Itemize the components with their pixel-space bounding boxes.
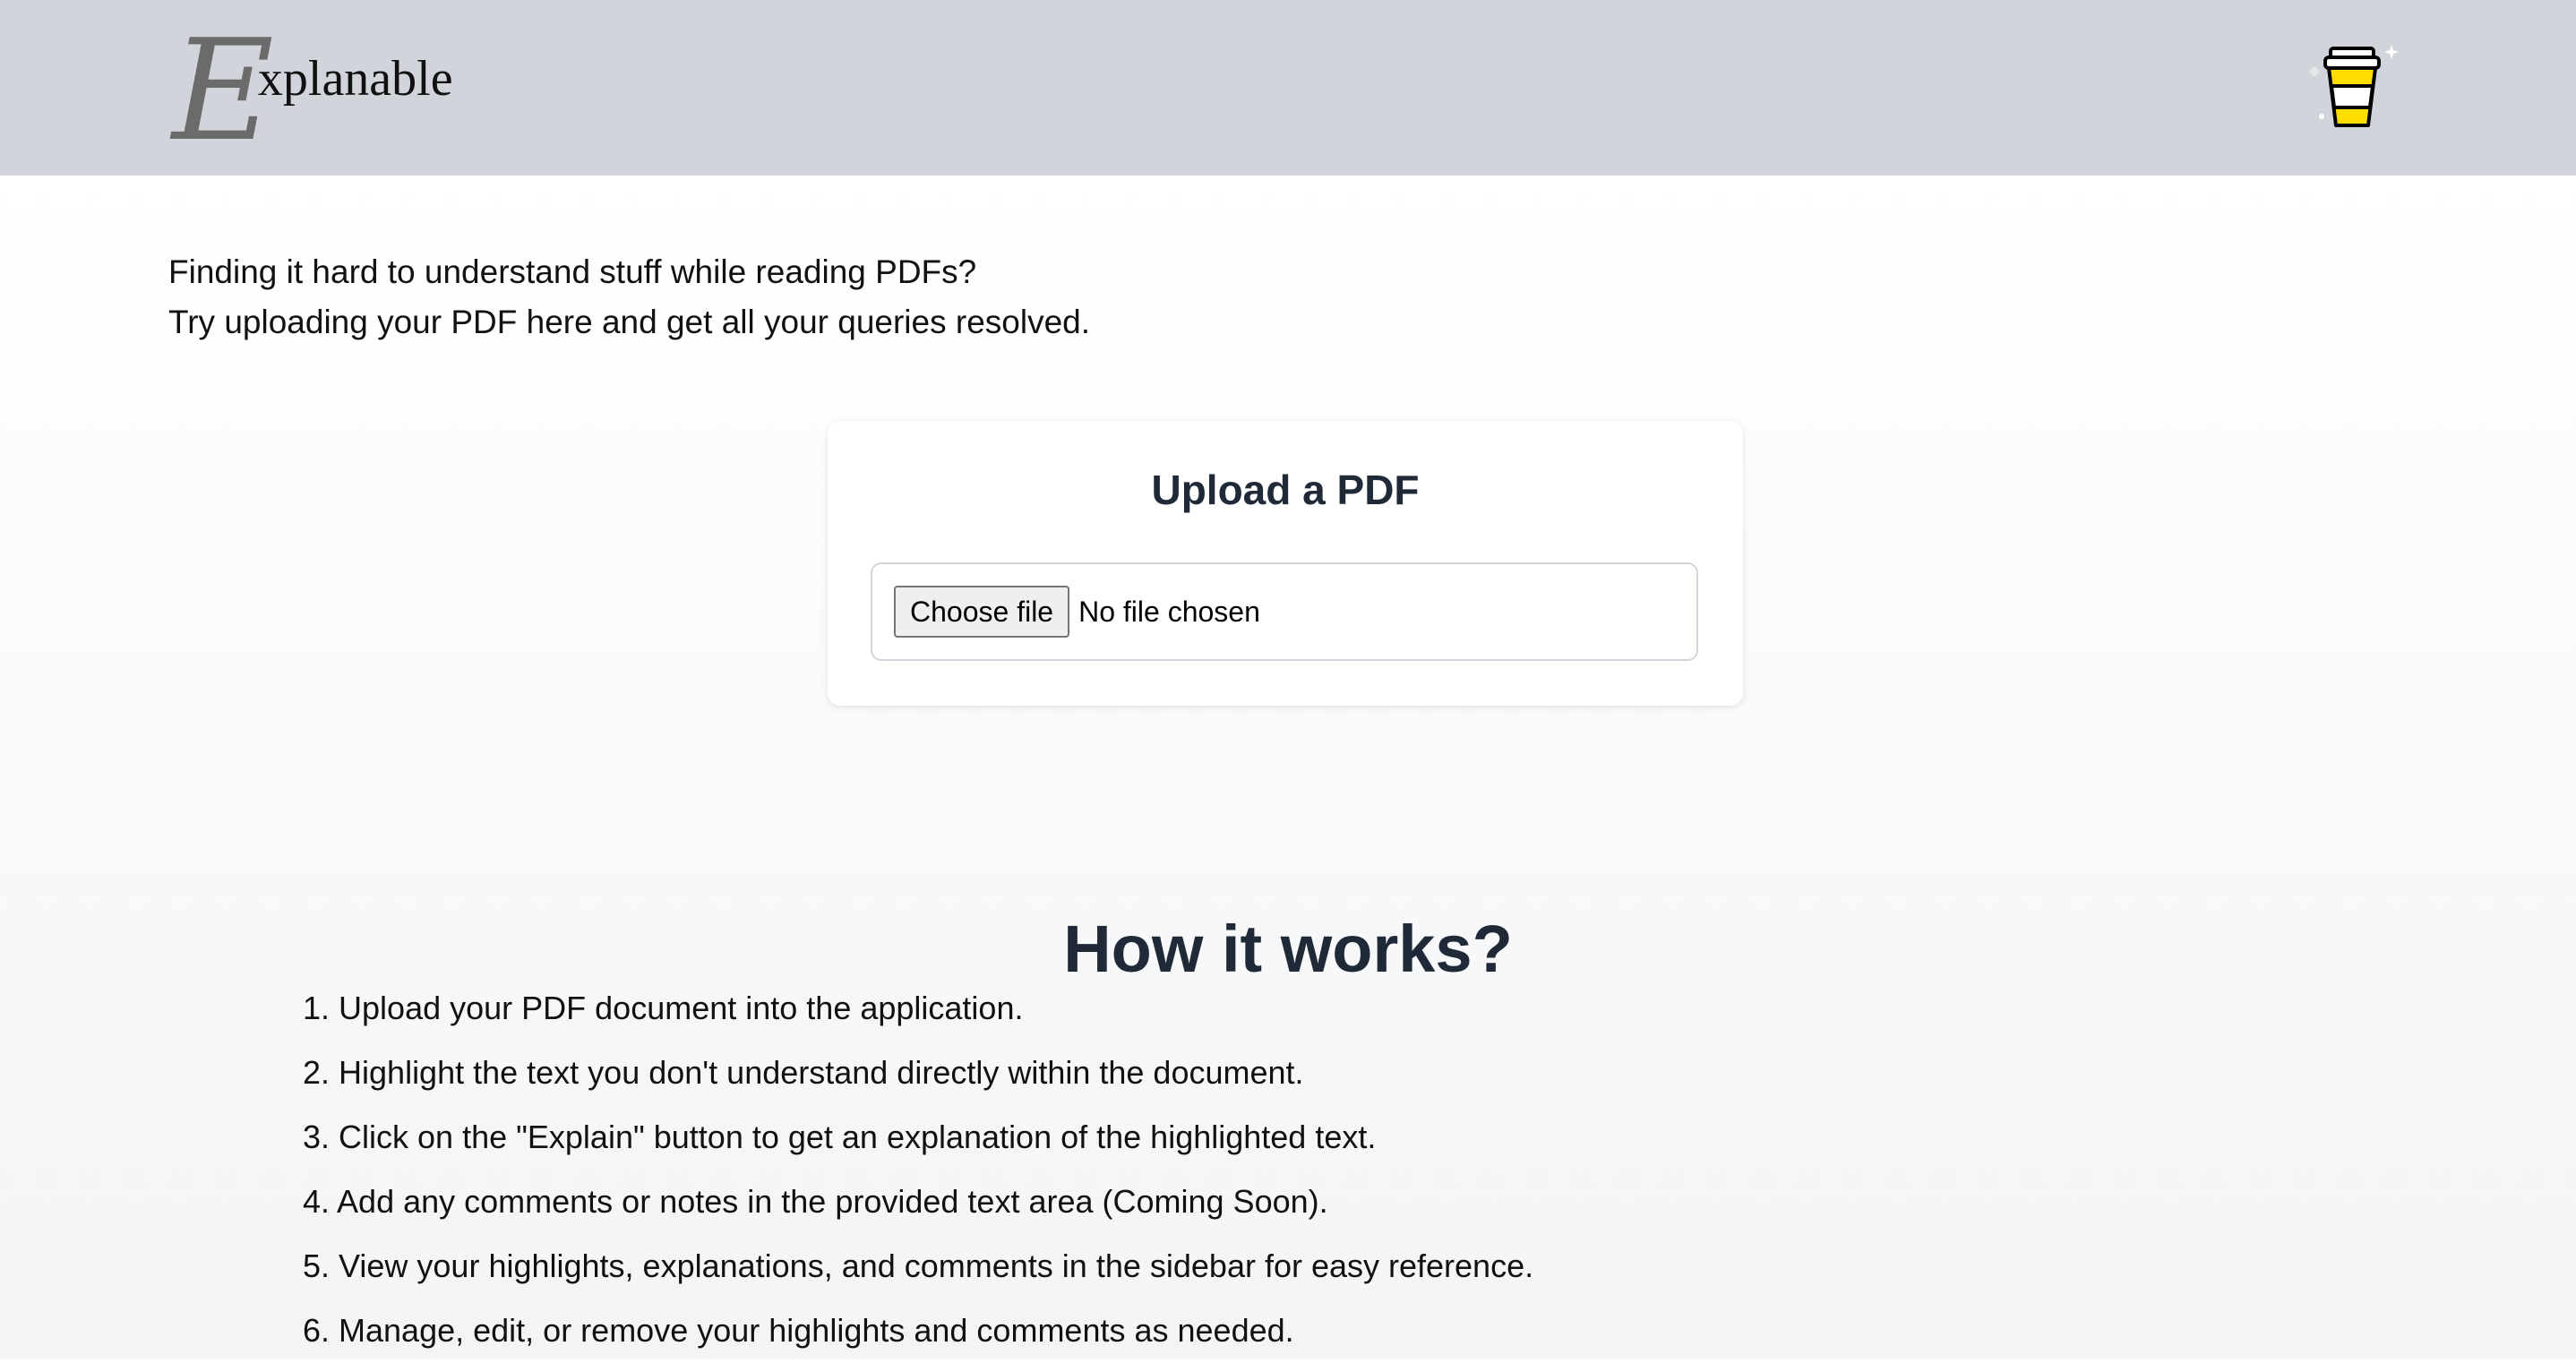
list-item: 2. Highlight the text you don't understa… <box>303 1054 1304 1091</box>
file-status-text: No file chosen <box>1078 595 1260 628</box>
logo-initial: E <box>172 9 274 172</box>
intro-line-1: Finding it hard to understand stuff whil… <box>168 253 977 290</box>
list-item: 4. Add any comments or notes in the prov… <box>303 1183 1328 1220</box>
file-input[interactable]: Choose file No file chosen <box>871 562 1698 661</box>
explanable-logo[interactable]: E xplanable <box>172 9 453 172</box>
intro-line-2: Try uploading your PDF here and get all … <box>168 304 1091 340</box>
upload-title: Upload a PDF <box>1151 467 1420 513</box>
list-item: 6. Manage, edit, or remove your highligh… <box>303 1312 1294 1349</box>
list-item: 1. Upload your PDF document into the app… <box>303 990 1024 1026</box>
upload-card: Upload a PDF Choose file No file chosen <box>828 421 1743 706</box>
how-it-works-steps: 1. Upload your PDF document into the app… <box>303 976 1533 1363</box>
list-item: 3. Click on the "Explain" button to get … <box>303 1119 1377 1155</box>
list-item: 5. View your highlights, explanations, a… <box>303 1247 1534 1284</box>
intro-text: Finding it hard to understand stuff whil… <box>168 247 1090 347</box>
logo-text: xplanable <box>257 51 453 107</box>
buy-me-a-coffee-icon[interactable] <box>2302 39 2409 138</box>
choose-file-button[interactable]: Choose file <box>894 586 1070 638</box>
site-header: E xplanable <box>0 0 2576 176</box>
